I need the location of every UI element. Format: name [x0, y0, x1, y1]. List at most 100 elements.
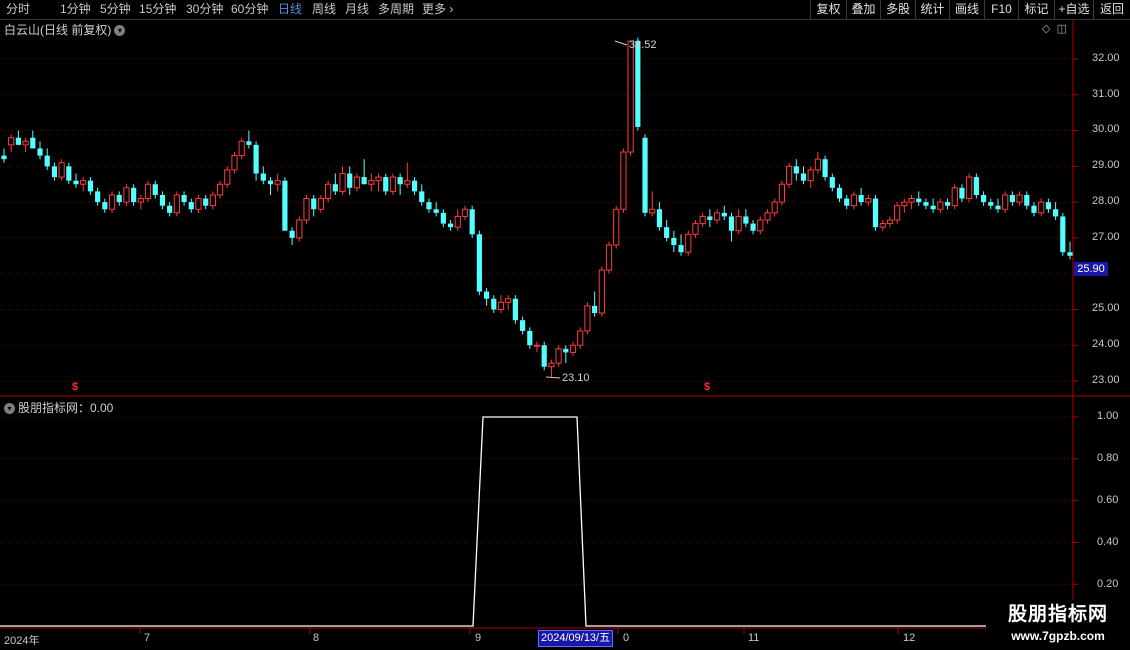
candle-body-down	[433, 209, 439, 213]
candle-body-down	[664, 227, 670, 238]
candle-body-up	[224, 169, 231, 185]
indicator-tick: 0.40	[1097, 536, 1119, 548]
candle-body-up	[195, 198, 202, 210]
candle-body-up	[303, 198, 310, 221]
candle-body-up	[894, 205, 901, 221]
candle-body-down	[30, 137, 36, 149]
candle-body-down	[469, 209, 475, 235]
indicator-name: 股朋指标网：0.00	[18, 401, 114, 415]
candle-body-up	[325, 183, 332, 200]
candle-body-down	[635, 41, 641, 127]
candle-body-down	[988, 202, 994, 206]
candle-body-down	[944, 202, 951, 206]
candle-body-up	[850, 194, 858, 207]
price-tick: 23.00	[1092, 374, 1120, 386]
candle-body-up	[807, 169, 814, 182]
candle-body-up	[692, 223, 699, 235]
candle-body-up	[461, 208, 469, 217]
candle-body-down	[95, 191, 101, 203]
indicator-tick: 0.60	[1097, 494, 1119, 506]
candle-body-up	[649, 208, 656, 214]
dividend-marker[interactable]: $	[72, 381, 78, 393]
candle-body-up	[404, 180, 411, 185]
candle-body-up	[123, 187, 130, 203]
indicator-tick: 0.80	[1097, 452, 1119, 464]
candle-body-down	[167, 205, 173, 213]
candle-body-down	[858, 194, 864, 203]
candle-body-down	[844, 198, 850, 206]
candles-layer	[1, 37, 1073, 378]
candle-body-down	[707, 216, 713, 221]
candle-body-down	[743, 216, 749, 224]
dividend-marker[interactable]: $	[704, 381, 710, 393]
candle-body-down	[246, 141, 252, 145]
watermark-title: 股朋指标网	[1007, 604, 1108, 625]
indicator-line	[0, 416, 1072, 627]
high-pointer	[614, 40, 628, 46]
candle-body-up	[368, 180, 375, 185]
candle-body-down	[66, 166, 72, 181]
candle-body-up	[144, 183, 152, 200]
candle-body-down	[15, 137, 21, 145]
candle-body-up	[584, 305, 591, 332]
candle-body-down	[678, 245, 684, 253]
price-tick: 30.00	[1092, 123, 1120, 135]
candle-body-up	[966, 176, 973, 200]
chevron-down-icon[interactable]: ▾	[4, 403, 15, 415]
candle-body-down	[800, 173, 807, 181]
price-tick: 24.00	[1092, 338, 1120, 350]
candle-body-down	[721, 212, 727, 217]
candle-body-up	[577, 330, 584, 346]
candle-body-up	[80, 180, 87, 185]
candle-body-up	[937, 201, 944, 210]
candle-body-up	[137, 198, 144, 203]
panel-toggle-icon[interactable]: ◫	[1057, 23, 1067, 35]
x-tick-year: 2024年	[4, 635, 40, 647]
watermark-url: www.7gpzb.com	[1011, 629, 1105, 643]
candle-body-down	[116, 194, 122, 203]
main-chart-title[interactable]: 白云山(日线 前复权) ▾	[4, 21, 126, 38]
candle-body-up	[951, 187, 958, 207]
candle-body-down	[923, 202, 929, 206]
candle-body-up	[605, 244, 613, 271]
candle-body-down	[44, 155, 50, 167]
candle-body-down	[527, 330, 533, 346]
candle-body-up	[274, 180, 281, 185]
candle-body-up	[108, 194, 116, 210]
low-price-label: 23.10	[562, 372, 590, 384]
candle-body-down	[1045, 202, 1051, 210]
price-tick: 29.00	[1092, 159, 1120, 171]
candle-body-up	[901, 201, 908, 207]
candle-body-down	[476, 234, 482, 292]
candle-body-up	[685, 233, 692, 253]
candle-body-up	[778, 183, 785, 203]
candle-body-up	[613, 208, 620, 246]
candle-body-down	[181, 194, 187, 203]
candle-body-down	[267, 180, 274, 185]
candle-body-down	[253, 144, 259, 174]
candle-body-up	[713, 212, 721, 221]
diamond-icon[interactable]: ◇	[1042, 23, 1050, 35]
candle-body-up	[22, 140, 29, 146]
candle-body-up	[353, 176, 361, 189]
candle-body-up	[238, 140, 245, 157]
current-price-tag: 25.90	[1074, 262, 1108, 276]
candle-body-up	[1038, 201, 1045, 214]
candle-body-up	[555, 348, 562, 364]
candle-body-down	[829, 177, 835, 188]
indicator-title[interactable]: ▾ 股朋指标网：0.00	[4, 399, 113, 416]
candle-body-down	[397, 177, 403, 185]
candle-body-down	[520, 320, 526, 331]
candle-body-up	[908, 198, 915, 203]
x-tick-month: 12	[903, 632, 916, 644]
candle-body-up	[505, 298, 512, 303]
candle-body-down	[203, 198, 209, 206]
chevron-down-icon[interactable]: ▾	[114, 25, 126, 37]
x-tick-month: 0	[623, 632, 630, 644]
kline-chart[interactable]	[0, 0, 1130, 650]
candle-body-up	[173, 194, 180, 214]
candle-body-up	[216, 183, 224, 196]
candle-body-down	[383, 177, 389, 192]
candle-body-down	[836, 187, 843, 199]
candle-body-down	[1009, 194, 1015, 203]
